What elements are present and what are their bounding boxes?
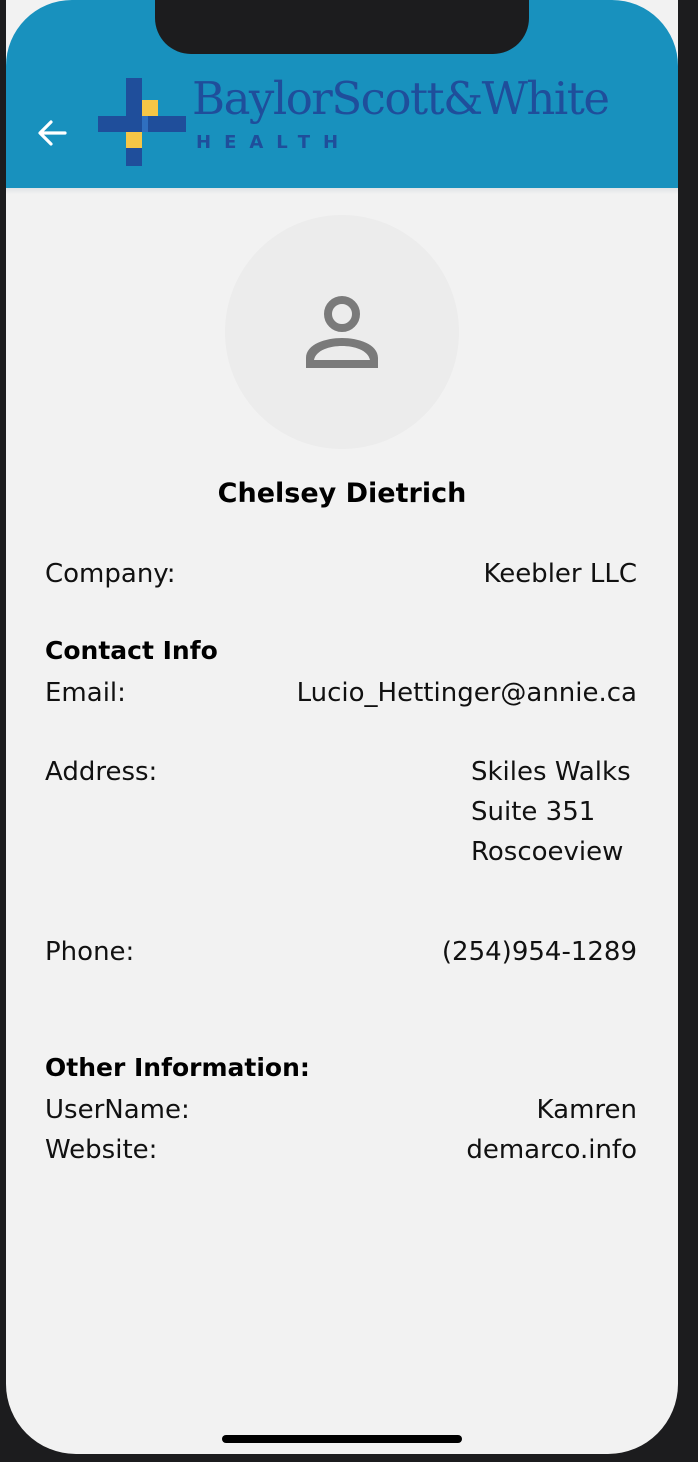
address-line-2: Suite 351	[471, 797, 596, 827]
username-label: UserName:	[45, 1095, 190, 1125]
address-value: Skiles Walks Suite 351 Roscoeview	[471, 752, 631, 872]
contact-info-heading: Contact Info	[45, 636, 218, 665]
header-shadow	[6, 188, 678, 194]
baylor-scott-white-logo: BaylorScott&White HEALTH	[98, 72, 610, 170]
logo-cross-icon	[98, 78, 186, 166]
username-value: Kamren	[536, 1095, 637, 1125]
address-line-3: Roscoeview	[471, 837, 624, 867]
company-value: Keebler LLC	[483, 559, 637, 589]
phone-label: Phone:	[45, 937, 135, 967]
address-label: Address:	[45, 757, 158, 787]
email-value[interactable]: Lucio_Hettinger@annie.ca	[297, 673, 637, 713]
email-row: Email: Lucio_Hettinger@annie.ca	[45, 673, 637, 713]
phone-row: Phone: (254)954-1289	[45, 932, 637, 972]
website-row: Website: demarco.info	[45, 1130, 637, 1170]
arrow-left-icon	[38, 120, 67, 146]
other-info-heading: Other Information:	[45, 1053, 310, 1082]
logo-subtitle: HEALTH	[196, 132, 352, 153]
website-label: Website:	[45, 1135, 158, 1165]
logo-wordmark: BaylorScott&White	[192, 72, 610, 125]
website-value[interactable]: demarco.info	[466, 1130, 637, 1170]
username-row: UserName: Kamren	[45, 1090, 637, 1130]
avatar	[225, 215, 459, 449]
phone-value[interactable]: (254)954-1289	[442, 932, 637, 972]
email-label: Email:	[45, 678, 126, 708]
phone-screen: BaylorScott&White HEALTH Chelsey Dietric…	[6, 0, 678, 1454]
back-button[interactable]	[32, 113, 72, 153]
home-indicator[interactable]	[222, 1435, 462, 1443]
company-label: Company:	[45, 559, 176, 589]
profile-name: Chelsey Dietrich	[217, 478, 467, 509]
company-row: Company: Keebler LLC	[45, 554, 637, 594]
device-notch	[155, 0, 529, 54]
person-icon	[306, 296, 378, 368]
address-line-1: Skiles Walks	[471, 757, 631, 787]
